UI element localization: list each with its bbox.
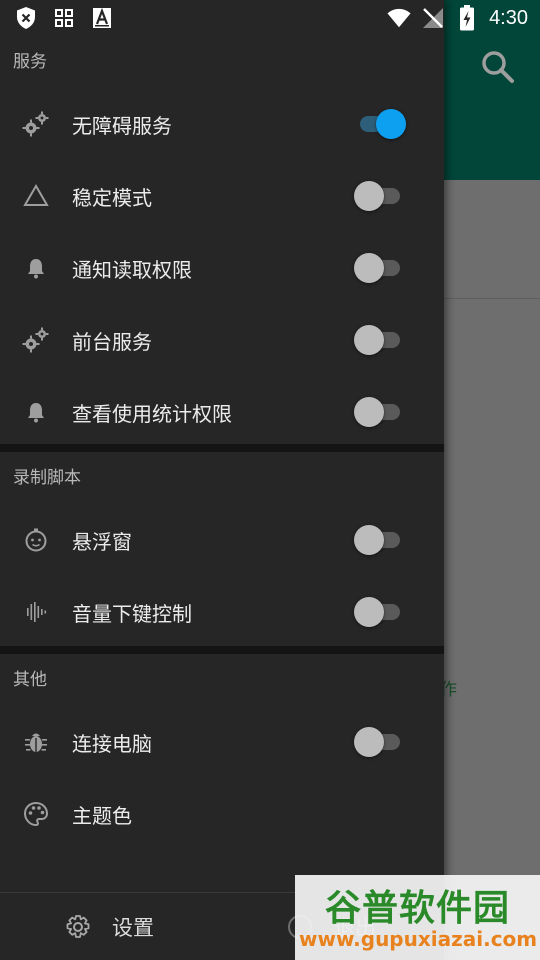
status-time: 4:30 bbox=[489, 6, 528, 29]
item-label: 前台服务 bbox=[72, 329, 152, 354]
item-notification-permission[interactable]: 通知读取权限 bbox=[0, 232, 444, 304]
stable-mode-switch[interactable] bbox=[354, 180, 406, 212]
search-icon[interactable] bbox=[479, 48, 517, 86]
item-label: 稳定模式 bbox=[72, 185, 152, 210]
switch-thumb bbox=[354, 181, 384, 211]
item-foreground-service[interactable]: 前台服务 bbox=[0, 304, 444, 376]
status-bar: 4:30 bbox=[0, 0, 540, 36]
connect-computer-switch[interactable] bbox=[354, 726, 406, 758]
timer-face-icon bbox=[22, 526, 50, 554]
gear-icon bbox=[64, 913, 92, 941]
battery-charging-icon bbox=[455, 5, 479, 31]
item-label: 音量下键控制 bbox=[72, 601, 192, 626]
item-label: 悬浮窗 bbox=[72, 529, 132, 554]
grid-icon bbox=[52, 6, 76, 30]
switch-thumb bbox=[354, 525, 384, 555]
gears-icon bbox=[22, 110, 50, 138]
palette-icon bbox=[22, 800, 50, 828]
item-floating-window[interactable]: 悬浮窗 bbox=[0, 504, 444, 576]
switch-thumb bbox=[354, 727, 384, 757]
item-theme-color[interactable]: 主题色 bbox=[0, 778, 444, 850]
watermark-title: 谷普软件园 bbox=[324, 888, 510, 929]
item-stable-mode[interactable]: 稳定模式 bbox=[0, 160, 444, 232]
bell-icon bbox=[22, 254, 50, 282]
item-accessibility-service[interactable]: 无障碍服务 bbox=[0, 88, 444, 160]
usage-stats-permission-switch[interactable] bbox=[354, 396, 406, 428]
section-record-script: 录制脚本 悬浮窗 音量下键控制 bbox=[0, 452, 444, 648]
wifi-icon bbox=[387, 6, 411, 30]
item-label: 无障碍服务 bbox=[72, 113, 172, 138]
section-other: 其他 连接电脑 主题色 bbox=[0, 654, 444, 850]
switch-thumb bbox=[354, 253, 384, 283]
settings-button[interactable]: 设置 bbox=[64, 893, 154, 960]
item-label: 连接电脑 bbox=[72, 731, 152, 756]
item-label: 查看使用统计权限 bbox=[72, 401, 232, 426]
a-box-icon bbox=[90, 6, 114, 30]
item-usage-stats-permission[interactable]: 查看使用统计权限 bbox=[0, 376, 444, 448]
bug-icon bbox=[22, 728, 50, 756]
shield-x-icon bbox=[14, 6, 38, 30]
bell-icon bbox=[22, 398, 50, 426]
volume-down-control-switch[interactable] bbox=[354, 596, 406, 628]
content-divider bbox=[444, 298, 540, 299]
section-services: 服务 无障碍服务 稳定模式 通知读取权限 前台服务 查看使用统计权限 bbox=[0, 36, 444, 448]
floating-window-switch[interactable] bbox=[354, 524, 406, 556]
switch-thumb bbox=[354, 325, 384, 355]
notification-permission-switch[interactable] bbox=[354, 252, 406, 284]
switch-thumb bbox=[376, 109, 406, 139]
switch-thumb bbox=[354, 597, 384, 627]
item-connect-computer[interactable]: 连接电脑 bbox=[0, 706, 444, 778]
section-header: 服务 bbox=[13, 52, 47, 72]
waveform-icon bbox=[22, 598, 50, 626]
item-label: 通知读取权限 bbox=[72, 257, 192, 282]
section-header: 其他 bbox=[13, 670, 47, 690]
gears-icon bbox=[22, 326, 50, 354]
item-volume-down-control[interactable]: 音量下键控制 bbox=[0, 576, 444, 648]
navigation-drawer: 服务 无障碍服务 稳定模式 通知读取权限 前台服务 查看使用统计权限 录制脚本 … bbox=[0, 0, 444, 960]
section-header: 录制脚本 bbox=[13, 468, 81, 488]
no-signal-icon bbox=[421, 6, 445, 30]
watermark-url: www.gupuxiazai.com bbox=[299, 927, 538, 951]
watermark-logo: 谷普软件园 www.gupuxiazai.com bbox=[295, 875, 540, 960]
triangle-icon bbox=[22, 182, 50, 210]
settings-label: 设置 bbox=[112, 916, 154, 940]
accessibility-service-switch[interactable] bbox=[354, 108, 406, 140]
foreground-service-switch[interactable] bbox=[354, 324, 406, 356]
switch-thumb bbox=[354, 397, 384, 427]
item-label: 主题色 bbox=[72, 803, 132, 828]
